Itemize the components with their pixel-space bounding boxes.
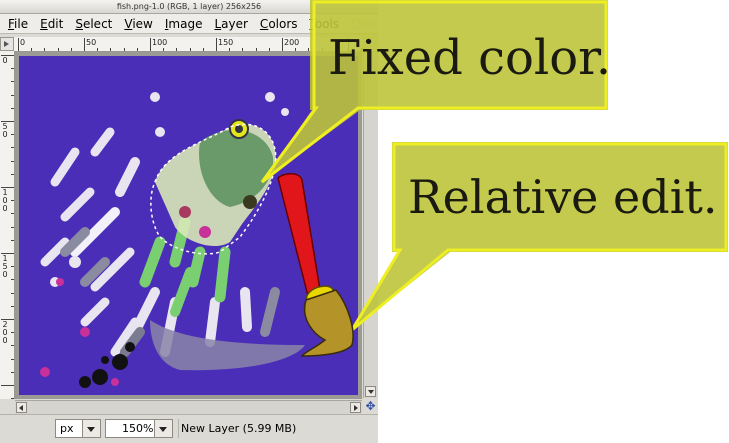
paintbrush-icon — [150, 173, 354, 371]
relative-edit-label: Relative edit. — [408, 170, 718, 224]
fixed-color-label: Fixed color. — [328, 30, 612, 86]
